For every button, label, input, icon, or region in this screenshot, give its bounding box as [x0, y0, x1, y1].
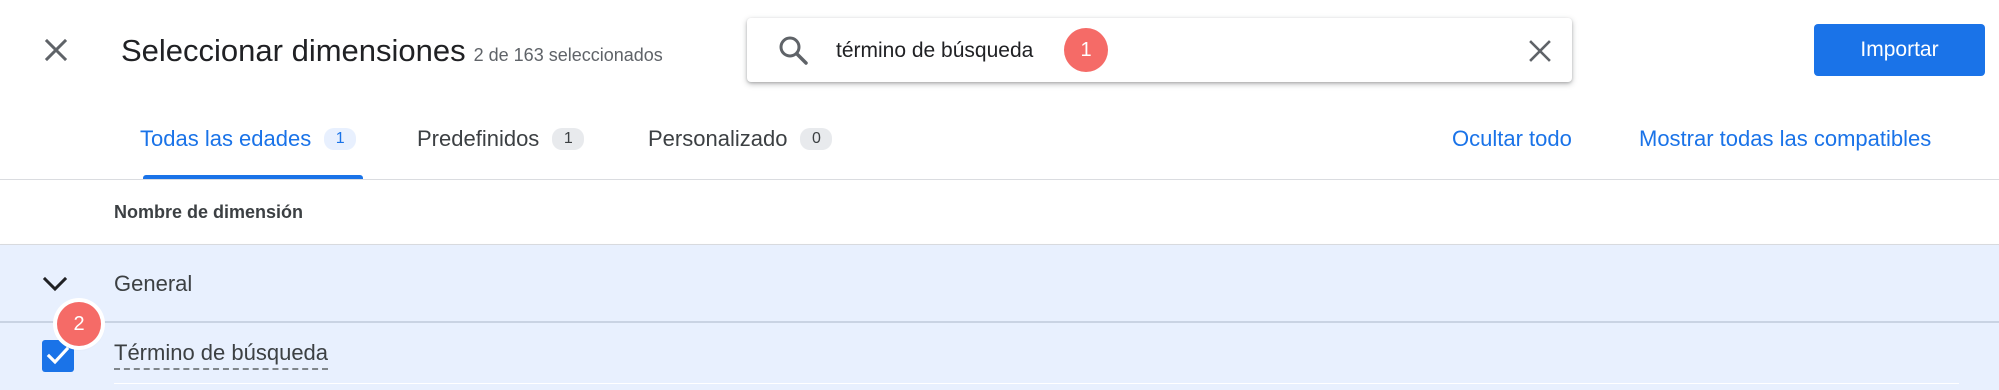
tab-count-badge: 0: [800, 128, 833, 150]
dimension-label-search-term[interactable]: Término de búsqueda: [114, 340, 329, 370]
search-term-checkbox[interactable]: [42, 340, 74, 372]
dimension-picker: Seleccionar dimensiones 2 de 163 seleccio…: [0, 0, 1999, 390]
group-label: General: [114, 271, 193, 296]
tab-label: Personalizado: [648, 126, 788, 151]
tab-label: Predefinidos: [417, 126, 540, 151]
tab-predefined[interactable]: Predefinidos 1: [417, 126, 585, 152]
show-all-compatible-link[interactable]: Mostrar todas las compatibles: [1639, 126, 1931, 152]
search-box: [747, 18, 1572, 82]
tab-count-badge: 1: [324, 128, 357, 150]
list-item: Término de búsqueda: [0, 323, 1999, 390]
tab-all-ages[interactable]: Todas las edades 1: [140, 126, 357, 152]
divider: [114, 383, 1959, 384]
import-button[interactable]: Importar: [1814, 24, 1985, 76]
page-title-text: Seleccionar dimensiones: [121, 33, 466, 68]
search-icon: [779, 36, 808, 65]
close-button[interactable]: [38, 32, 74, 68]
tab-count-badge: 1: [552, 128, 585, 150]
tab-custom[interactable]: Personalizado 0: [648, 126, 833, 152]
close-icon: [44, 38, 68, 62]
selected-count: 2 de 163 seleccionados: [473, 45, 663, 65]
divider: [0, 179, 1999, 180]
hide-all-link[interactable]: Ocultar todo: [1452, 126, 1572, 152]
group-row-general[interactable]: General: [0, 245, 1999, 323]
tab-label: Todas las edades: [140, 126, 312, 151]
checkmark-icon: [46, 346, 70, 365]
column-header-dimension-name: Nombre de dimensión: [114, 202, 304, 222]
clear-icon[interactable]: [1525, 36, 1555, 66]
chevron-down-icon[interactable]: [40, 269, 70, 299]
step-badge-2: 2: [57, 302, 101, 346]
step-badge-1: 1: [1064, 28, 1108, 72]
search-input[interactable]: [834, 36, 1438, 66]
page-title: Seleccionar dimensiones 2 de 163 seleccio…: [121, 33, 663, 69]
